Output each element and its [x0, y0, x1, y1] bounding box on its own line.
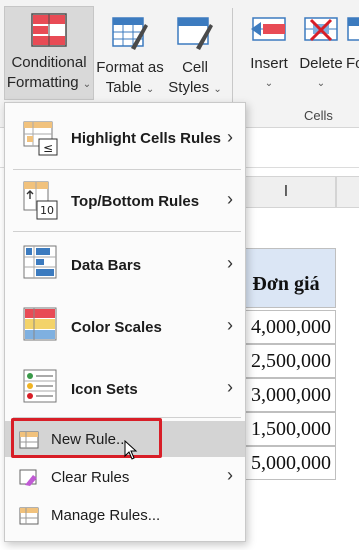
cell-styles-label-line1: Cell	[182, 59, 208, 76]
mouse-cursor-icon	[124, 440, 138, 460]
price-cell[interactable]: 1,500,000	[236, 412, 336, 446]
new-rule-highlight-box	[11, 418, 162, 458]
manage-rules-icon	[19, 507, 39, 525]
conditional-formatting-label-line1: Conditional	[11, 54, 87, 71]
menu-item-manage-rules[interactable]: Manage Rules...	[5, 497, 245, 533]
cell-styles-button[interactable]: Cell Styles ⌄	[168, 6, 222, 100]
delete-button[interactable]: Delete ⌄	[296, 6, 346, 94]
menu-item-label: Highlight Cells Rules	[71, 130, 222, 147]
insert-cells-icon	[251, 17, 286, 41]
menu-item-label: Color Scales	[71, 319, 162, 336]
price-cell[interactable]: 4,000,000	[236, 310, 336, 344]
menu-item-top-bottom-rules[interactable]: 10 Top/Bottom Rules ›	[5, 173, 245, 231]
cell-styles-icon	[177, 17, 213, 50]
chevron-right-icon: ›	[227, 189, 233, 209]
menu-item-label: Data Bars	[71, 257, 142, 274]
highlight-icon-badge: ≤	[43, 141, 53, 155]
menu-item-label: Top/Bottom Rules	[71, 193, 200, 210]
format-as-table-label-line2: Table	[105, 79, 142, 96]
price-header-cell[interactable]: Đơn giá	[236, 248, 336, 308]
price-cell[interactable]: 2,500,000	[236, 344, 336, 378]
conditional-formatting-menu: ≤ Highlight Cells Rules › 10 Top/Bottom …	[4, 102, 246, 542]
format-as-table-icon	[112, 17, 148, 50]
menu-divider	[13, 231, 241, 232]
cells-group-label: Cells	[304, 108, 333, 123]
conditional-formatting-label-line2: Formatting	[6, 74, 79, 91]
format-as-table-label-line1: Format as	[96, 59, 164, 76]
format-cells-icon	[347, 17, 359, 41]
clear-rules-icon	[19, 469, 37, 486]
top-bottom-rules-icon: 10	[23, 181, 58, 220]
insert-label: Insert	[250, 55, 288, 72]
menu-item-label: Icon Sets	[71, 381, 138, 398]
cell-styles-label-line2: Styles	[168, 79, 210, 96]
menu-item-highlight-cells-rules[interactable]: ≤ Highlight Cells Rules ›	[5, 111, 245, 169]
delete-label: Delete	[299, 55, 343, 72]
menu-item-color-scales[interactable]: Color Scales ›	[5, 297, 245, 355]
format-as-table-button[interactable]: Format as Table ⌄	[95, 6, 165, 100]
icon-sets-icon	[23, 369, 57, 403]
conditional-formatting-button[interactable]: Conditional Formatting ⌄	[4, 6, 94, 100]
menu-divider	[13, 169, 241, 170]
chevron-down-icon: ⌄	[316, 78, 326, 89]
data-bars-icon	[23, 245, 57, 279]
chevron-down-icon: ⌄	[264, 78, 274, 89]
chevron-right-icon: ›	[227, 377, 233, 397]
chevron-down-icon: ⌄	[145, 84, 155, 95]
delete-cells-icon	[304, 17, 338, 42]
price-cell[interactable]: 5,000,000	[236, 446, 336, 480]
format-button-partial[interactable]: Fo	[346, 6, 359, 74]
chevron-down-icon: ⌄	[82, 79, 92, 90]
conditional-formatting-icon	[31, 13, 67, 47]
price-cell[interactable]: 3,000,000	[236, 378, 336, 412]
chevron-right-icon: ›	[227, 253, 233, 273]
highlight-cells-rules-icon: ≤	[23, 121, 58, 156]
chevron-down-icon: ⌄	[213, 84, 222, 95]
menu-item-data-bars[interactable]: Data Bars ›	[5, 235, 245, 293]
menu-item-icon-sets[interactable]: Icon Sets ›	[5, 359, 245, 417]
format-label-partial: Fo	[346, 55, 359, 72]
column-header-i[interactable]: I	[236, 176, 336, 208]
menu-item-label: Clear Rules	[51, 469, 130, 486]
color-scales-icon	[23, 307, 57, 341]
menu-item-label: Manage Rules...	[51, 507, 161, 524]
column-header-next[interactable]	[336, 176, 359, 208]
insert-button[interactable]: Insert ⌄	[244, 6, 294, 94]
chevron-right-icon: ›	[227, 315, 233, 335]
topbottom-icon-badge: 10	[40, 204, 54, 217]
chevron-right-icon: ›	[227, 465, 233, 485]
chevron-right-icon: ›	[227, 127, 233, 147]
menu-item-clear-rules[interactable]: Clear Rules ›	[5, 459, 245, 495]
